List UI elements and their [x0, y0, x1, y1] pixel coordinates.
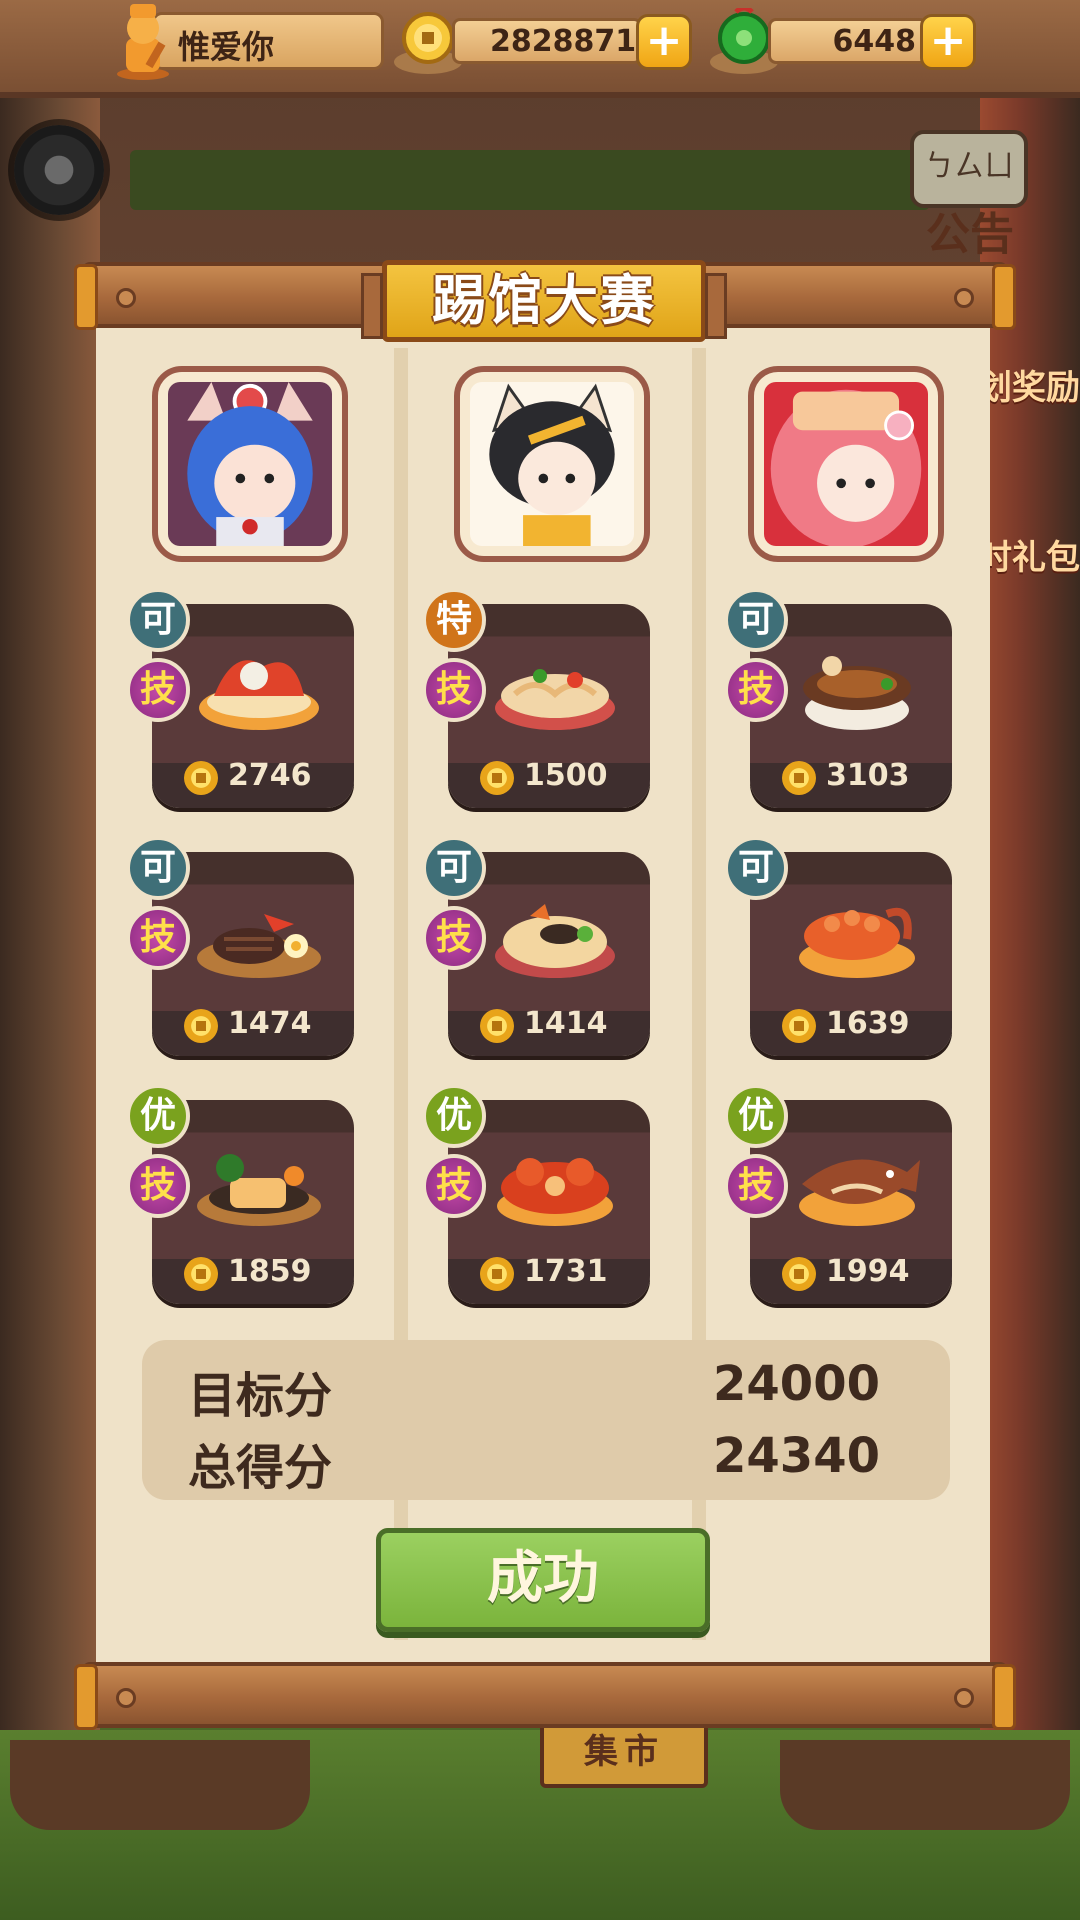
notice-board[interactable]: ㄅㄙㄩ 公告 — [900, 120, 1050, 260]
grade-badge: 可 — [422, 836, 486, 900]
settings-gear-icon[interactable] — [14, 125, 104, 215]
skill-badge: 技 — [422, 1154, 486, 1218]
grade-badge: 可 — [724, 588, 788, 652]
steak-dish-icon — [197, 914, 321, 978]
coin-icon — [480, 761, 514, 795]
opponent-portrait-3[interactable] — [748, 366, 944, 562]
dish-card[interactable]: 2746 可技 — [126, 588, 354, 812]
dish-card[interactable]: 1500 特技 — [422, 588, 650, 812]
market-sign[interactable]: 集市 — [540, 1720, 708, 1788]
crab-dish-icon — [497, 1158, 613, 1226]
rail-cap — [992, 264, 1016, 330]
skill-badge: 技 — [126, 906, 190, 970]
opponent-portrait-2[interactable] — [454, 366, 650, 562]
dish-card[interactable]: 3103 可技 — [724, 588, 952, 812]
bamboo-gate — [130, 150, 930, 210]
skill-badge: 技 — [422, 658, 486, 722]
rail-nail — [954, 288, 974, 308]
grade-badge: 可 — [126, 588, 190, 652]
dish-price: 2746 — [228, 758, 312, 793]
target-score-label: 目标分 — [188, 1368, 333, 1424]
black-hair-chef-portrait — [470, 382, 634, 546]
rail-cap — [74, 1664, 98, 1730]
dish-price: 1474 — [228, 1006, 312, 1041]
dish-price: 1994 — [826, 1254, 910, 1289]
salmon-dish-icon — [197, 1154, 321, 1226]
dish-price: 1414 — [524, 1006, 608, 1041]
fried-rice-dish-icon — [495, 904, 615, 978]
dish-price: 1859 — [228, 1254, 312, 1289]
coin-icon — [184, 761, 218, 795]
dish-card[interactable]: 1639 可 — [724, 836, 952, 1060]
dish-price: 1639 — [826, 1006, 910, 1041]
add-coins-button[interactable]: + — [636, 14, 692, 70]
dialog-title: 踢馆大赛 — [361, 260, 727, 342]
rail-nail — [116, 288, 136, 308]
top-bar: 惟爱你 2828871 + 6448 + — [0, 0, 1080, 98]
bottom-wood-rail — [74, 1662, 1016, 1730]
rail-nail — [954, 1688, 974, 1708]
add-gems-button[interactable]: + — [920, 14, 976, 70]
coin-icon — [782, 1009, 816, 1043]
gem-resource: 6448 + — [706, 8, 986, 74]
skill-badge: 技 — [724, 1154, 788, 1218]
blue-hair-chef-portrait — [168, 382, 332, 546]
right-building — [980, 90, 1080, 1790]
coin-icon — [782, 761, 816, 795]
soup-pot-dish-icon — [803, 656, 911, 730]
score-summary: 目标分 24000 总得分 24340 — [142, 1340, 950, 1500]
dish-card[interactable]: 1859 优技 — [126, 1084, 354, 1308]
player-info[interactable]: 惟爱你 — [112, 4, 384, 80]
noodle-dish-icon — [495, 669, 615, 730]
notice-sign: ㄅㄙㄩ — [910, 130, 1028, 208]
notice-label: 公告 — [926, 209, 1014, 260]
market-stall-left — [10, 1740, 310, 1830]
dish-price: 1731 — [524, 1254, 608, 1289]
dish-price: 3103 — [826, 758, 910, 793]
target-score-value: 24000 — [713, 1356, 880, 1412]
fish-dish-icon — [799, 1159, 920, 1226]
grade-badge: 优 — [126, 1084, 190, 1148]
dish-card[interactable]: 1994 优技 — [724, 1084, 952, 1308]
success-button[interactable]: 成功 — [376, 1528, 710, 1632]
coin-icon — [480, 1257, 514, 1291]
grade-badge: 特 — [422, 588, 486, 652]
dish-price: 1500 — [524, 758, 608, 793]
coin-icon — [184, 1009, 218, 1043]
skill-badge: 技 — [126, 1154, 190, 1218]
pink-hair-chef-portrait — [764, 382, 928, 546]
rail-nail — [116, 1688, 136, 1708]
market-stall-right — [780, 1740, 1070, 1830]
coin-resource: 2828871 + — [390, 12, 700, 74]
lobster-dish-icon — [199, 660, 319, 730]
opponent-portrait-1[interactable] — [152, 366, 348, 562]
grade-badge: 优 — [724, 1084, 788, 1148]
side-rewards-label[interactable]: 划奖励 — [978, 360, 1080, 409]
coin-amount: 2828871 — [490, 24, 637, 59]
chef-figurine-icon — [117, 4, 169, 80]
coin-icon — [184, 1257, 218, 1291]
dish-card[interactable]: 1474 可技 — [126, 836, 354, 1060]
dish-card[interactable]: 1731 优技 — [422, 1084, 650, 1308]
grade-badge: 可 — [724, 836, 788, 900]
shrimp-dish-icon — [799, 907, 915, 978]
side-gift-label[interactable]: 时礼包 — [978, 530, 1080, 579]
dish-card[interactable]: 1414 可技 — [422, 836, 650, 1060]
skill-badge: 技 — [126, 658, 190, 722]
skill-badge: 技 — [422, 906, 486, 970]
skill-badge: 技 — [724, 658, 788, 722]
grade-badge: 优 — [422, 1084, 486, 1148]
gem-amount: 6448 — [832, 24, 917, 59]
total-score-value: 24340 — [713, 1428, 880, 1484]
rail-cap — [74, 264, 98, 330]
player-name: 惟爱你 — [178, 28, 275, 66]
coin-icon — [782, 1257, 816, 1291]
left-building — [0, 90, 100, 1790]
total-score-label: 总得分 — [188, 1440, 333, 1496]
rail-cap — [992, 1664, 1016, 1730]
grade-badge: 可 — [126, 836, 190, 900]
coin-icon — [480, 1009, 514, 1043]
